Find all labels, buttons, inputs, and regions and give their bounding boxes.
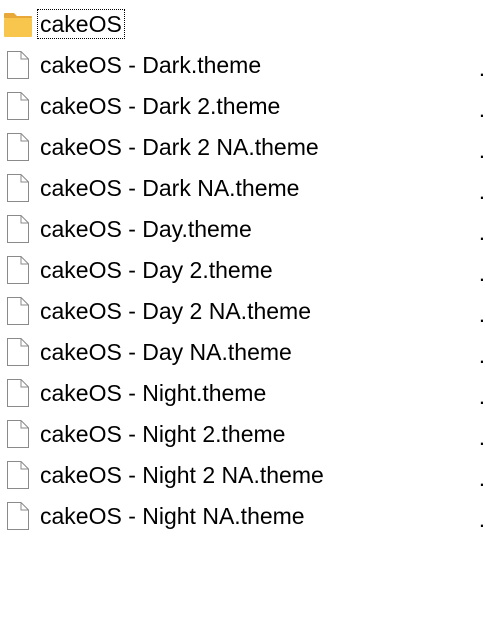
- file-list: cakeOS cakeOS - Dark.theme . cakeOS - Da…: [0, 6, 485, 539]
- file-name: cakeOS - Dark 2.theme: [40, 93, 281, 119]
- file-item[interactable]: cakeOS - Dark 2 NA.theme .: [0, 129, 485, 170]
- file-item[interactable]: cakeOS - Night 2.theme .: [0, 416, 485, 457]
- folder-item[interactable]: cakeOS: [0, 6, 485, 47]
- file-item[interactable]: cakeOS - Night NA.theme .: [0, 498, 485, 539]
- file-icon: [7, 297, 29, 325]
- file-icon: [7, 256, 29, 284]
- file-icon: [7, 133, 29, 161]
- truncated-column-text: .: [478, 138, 485, 163]
- file-name: cakeOS - Day NA.theme: [40, 339, 292, 365]
- file-icon: [7, 379, 29, 407]
- truncated-column-text: .: [478, 261, 485, 286]
- file-icon: [7, 92, 29, 120]
- truncated-column-text: .: [478, 384, 485, 409]
- file-name: cakeOS - Dark 2 NA.theme: [40, 134, 319, 160]
- truncated-column-text: .: [478, 56, 485, 81]
- file-icon: [7, 215, 29, 243]
- file-name: cakeOS - Dark.theme: [40, 52, 262, 78]
- file-item[interactable]: cakeOS - Dark 2.theme .: [0, 88, 485, 129]
- folder-name: cakeOS: [37, 9, 125, 39]
- truncated-column-text: .: [478, 220, 485, 245]
- file-icon: [7, 51, 29, 79]
- file-item[interactable]: cakeOS - Night.theme .: [0, 375, 485, 416]
- file-item[interactable]: cakeOS - Dark NA.theme .: [0, 170, 485, 211]
- truncated-column-text: .: [478, 425, 485, 450]
- file-item[interactable]: cakeOS - Day NA.theme .: [0, 334, 485, 375]
- file-name: cakeOS - Night 2.theme: [40, 421, 286, 447]
- file-name: cakeOS - Night.theme: [40, 380, 267, 406]
- truncated-column-text: .: [478, 466, 485, 491]
- file-name: cakeOS - Dark NA.theme: [40, 175, 300, 201]
- truncated-column-text: .: [478, 179, 485, 204]
- file-name: cakeOS - Day 2 NA.theme: [40, 298, 311, 324]
- file-icon: [7, 338, 29, 366]
- file-name: cakeOS - Day 2.theme: [40, 257, 273, 283]
- truncated-column-text: .: [478, 302, 485, 327]
- file-item[interactable]: cakeOS - Day.theme .: [0, 211, 485, 252]
- file-icon: [7, 174, 29, 202]
- file-icon: [7, 502, 29, 530]
- file-name: cakeOS - Night 2 NA.theme: [40, 462, 324, 488]
- truncated-column-text: .: [478, 343, 485, 368]
- file-item[interactable]: cakeOS - Dark.theme .: [0, 47, 485, 88]
- folder-icon: [4, 13, 32, 37]
- truncated-column-text: .: [478, 507, 485, 532]
- file-icon: [7, 461, 29, 489]
- file-item[interactable]: cakeOS - Day 2 NA.theme .: [0, 293, 485, 334]
- file-item[interactable]: cakeOS - Night 2 NA.theme .: [0, 457, 485, 498]
- file-icon: [7, 420, 29, 448]
- file-name: cakeOS - Day.theme: [40, 216, 252, 242]
- truncated-column-text: .: [478, 97, 485, 122]
- file-name: cakeOS - Night NA.theme: [40, 503, 305, 529]
- file-item[interactable]: cakeOS - Day 2.theme .: [0, 252, 485, 293]
